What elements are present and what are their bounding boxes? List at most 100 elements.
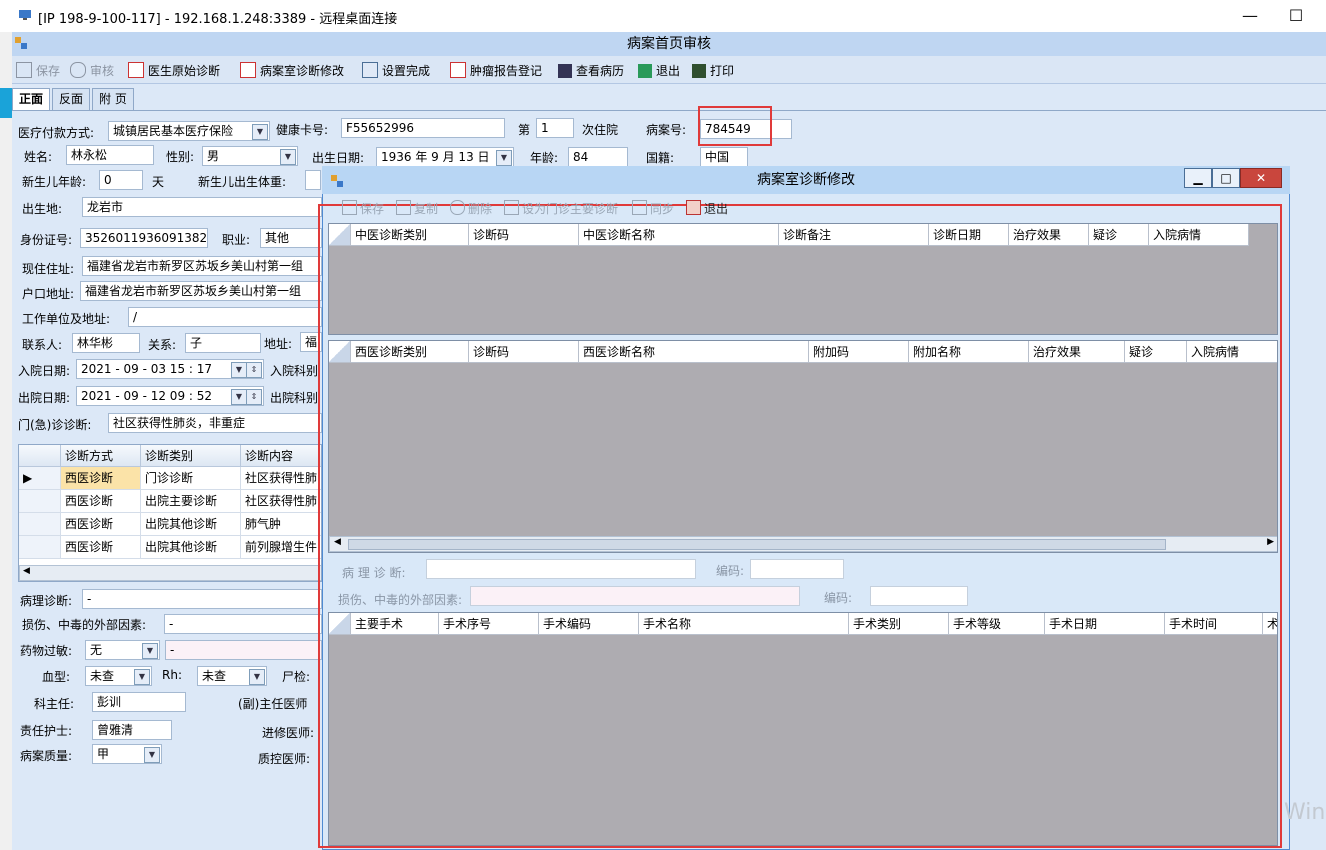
newborn-age-input[interactable]: 0 — [99, 170, 143, 190]
admission-date-picker[interactable]: 2021 - 09 - 03 15 : 17 ▼ ⇕ — [76, 359, 264, 379]
table-cell[interactable]: 前列腺增生件 — [241, 536, 321, 559]
rh-select[interactable]: 未查 ▼ — [197, 666, 267, 686]
sex-select[interactable]: 男 ▼ — [202, 146, 298, 166]
grid-header[interactable]: 主要手术 — [351, 613, 439, 635]
save-button[interactable]: 保存 — [16, 62, 60, 79]
doctor-original-diagnosis-button[interactable]: 医生原始诊断 — [128, 62, 220, 79]
print-button[interactable]: 打印 — [692, 62, 734, 79]
grid-header[interactable]: 手术时间 — [1165, 613, 1263, 635]
dialog-injury-input[interactable] — [470, 586, 800, 606]
row-indicator[interactable] — [19, 490, 61, 513]
drug-allergy-detail-input[interactable]: - — [165, 640, 322, 660]
table-cell[interactable]: 肺气肿 — [241, 513, 321, 536]
grid-header[interactable]: 西医诊断名称 — [579, 341, 809, 363]
work-unit-input[interactable]: / — [128, 307, 322, 327]
grid-header[interactable]: 入院病情 — [1149, 224, 1249, 246]
table-cell[interactable]: 社区获得性肺 — [241, 467, 321, 490]
tab-appendix[interactable]: 附 页 — [92, 88, 134, 110]
dialog-minimize-button[interactable]: ▁ — [1184, 168, 1212, 188]
dialog-delete-button[interactable]: 删除 — [450, 200, 492, 217]
grid-header[interactable]: 手术名称 — [639, 613, 849, 635]
dialog-exit-button[interactable]: 退出 — [686, 200, 728, 217]
table-cell[interactable]: 西医诊断 — [61, 467, 141, 490]
grid-header[interactable]: 疑诊 — [1125, 341, 1187, 363]
grid-header[interactable]: 诊断码 — [469, 341, 579, 363]
pathology-input[interactable]: - — [82, 589, 322, 609]
contact-input[interactable]: 林华彬 — [72, 333, 140, 353]
wm-grid-scroll-thumb[interactable] — [348, 539, 1166, 550]
health-card-input[interactable]: F55652996 — [341, 118, 505, 138]
dialog-sync-button[interactable]: 同步 — [632, 200, 674, 217]
injury-cause-input[interactable]: - — [164, 614, 322, 634]
dialog-save-button[interactable]: 保存 — [342, 200, 384, 217]
age-input[interactable]: 84 — [568, 147, 628, 167]
hukou-address-input[interactable]: 福建省龙岩市新罗区苏坂乡美山村第一组 — [80, 281, 322, 301]
blood-type-select[interactable]: 未查 ▼ — [85, 666, 152, 686]
grid-header[interactable]: 治疗效果 — [1009, 224, 1089, 246]
table-cell[interactable]: 出院其他诊断 — [141, 513, 241, 536]
grid-header[interactable]: 入院病情 — [1187, 341, 1277, 363]
admission-times-input[interactable]: 1 — [536, 118, 574, 138]
row-indicator[interactable]: ▶ — [19, 467, 61, 490]
set-complete-button[interactable]: 设置完成 — [362, 62, 430, 79]
dialog-close-button[interactable]: ✕ — [1240, 168, 1282, 188]
grid-header[interactable]: 诊断备注 — [779, 224, 929, 246]
director-input[interactable]: 彭训 — [92, 692, 186, 712]
grid-header[interactable]: 手术序号 — [439, 613, 539, 635]
dialog-set-er-main-button[interactable]: 设为门诊主要诊断 — [504, 200, 618, 217]
row-indicator[interactable] — [19, 513, 61, 536]
birth-date-picker[interactable]: 1936 年 9 月 13 日 ▼ — [376, 147, 514, 167]
table-cell[interactable]: 西医诊断 — [61, 536, 141, 559]
grid-header[interactable]: 诊断码 — [469, 224, 579, 246]
name-input[interactable]: 林永松 — [66, 145, 154, 165]
dialog-copy-button[interactable]: 复制 — [396, 200, 438, 217]
grid-header[interactable]: 手术类别 — [849, 613, 949, 635]
grid-header[interactable]: 诊断日期 — [929, 224, 1009, 246]
grid-header[interactable]: 附加码 — [809, 341, 909, 363]
dialog-pathology-input[interactable] — [426, 559, 696, 579]
grid-header[interactable]: 西医诊断类别 — [351, 341, 469, 363]
record-quality-select[interactable]: 甲 ▼ — [92, 744, 162, 764]
audit-button[interactable]: 审核 — [70, 62, 114, 79]
id-number-input[interactable]: 352601193609138216 — [80, 228, 208, 248]
diagnosis-grid-scrollbar[interactable]: ◀ — [19, 565, 321, 581]
grid-header[interactable]: 诊断内容 — [241, 445, 321, 467]
exit-button[interactable]: 退出 — [638, 62, 680, 79]
table-cell[interactable]: 社区获得性肺 — [241, 490, 321, 513]
table-cell[interactable]: 出院其他诊断 — [141, 536, 241, 559]
dialog-maximize-button[interactable]: □ — [1212, 168, 1240, 188]
discharge-date-picker[interactable]: 2021 - 09 - 12 09 : 52 ▼ ⇕ — [76, 386, 264, 406]
nationality-input[interactable]: 中国 — [700, 147, 748, 167]
table-cell[interactable]: 门诊诊断 — [141, 467, 241, 490]
grid-header[interactable]: 手术编码 — [539, 613, 639, 635]
er-diagnosis-input[interactable]: 社区获得性肺炎，非重症 — [108, 413, 322, 433]
rdp-maximize-button[interactable]: ☐ — [1276, 4, 1316, 28]
grid-header[interactable]: 中医诊断名称 — [579, 224, 779, 246]
grid-header[interactable]: 治疗效果 — [1029, 341, 1125, 363]
view-medical-record-button[interactable]: 查看病历 — [558, 62, 624, 79]
table-cell[interactable]: 西医诊断 — [61, 513, 141, 536]
table-cell[interactable]: 出院主要诊断 — [141, 490, 241, 513]
grid-header[interactable]: 诊断方式 — [61, 445, 141, 467]
grid-header[interactable]: 手术等级 — [949, 613, 1045, 635]
drug-allergy-select[interactable]: 无 ▼ — [85, 640, 160, 660]
birthplace-input[interactable]: 龙岩市 — [82, 197, 322, 217]
relation-input[interactable]: 子 — [185, 333, 261, 353]
grid-header[interactable]: 术 — [1263, 613, 1277, 635]
newborn-weight-input[interactable] — [305, 170, 321, 190]
grid-header[interactable]: 中医诊断类别 — [351, 224, 469, 246]
wm-grid-scrollbar[interactable]: ◀ ▶ — [329, 536, 1277, 552]
grid-header[interactable]: 诊断类别 — [141, 445, 241, 467]
row-indicator[interactable] — [19, 536, 61, 559]
tab-front[interactable]: 正面 — [12, 88, 51, 110]
record-room-diagnosis-edit-button[interactable]: 病案室诊断修改 — [240, 62, 344, 79]
payment-method-select[interactable]: 城镇居民基本医疗保险 ▼ — [108, 121, 270, 141]
occupation-select[interactable]: 其他 — [260, 228, 322, 248]
dialog-injury-code-input[interactable] — [870, 586, 968, 606]
grid-header[interactable]: 附加名称 — [909, 341, 1029, 363]
table-cell[interactable]: 西医诊断 — [61, 490, 141, 513]
nurse-input[interactable]: 曾雅清 — [92, 720, 172, 740]
grid-header[interactable]: 手术日期 — [1045, 613, 1165, 635]
current-address-input[interactable]: 福建省龙岩市新罗区苏坂乡美山村第一组 — [82, 256, 322, 276]
grid-header[interactable]: 疑诊 — [1089, 224, 1149, 246]
